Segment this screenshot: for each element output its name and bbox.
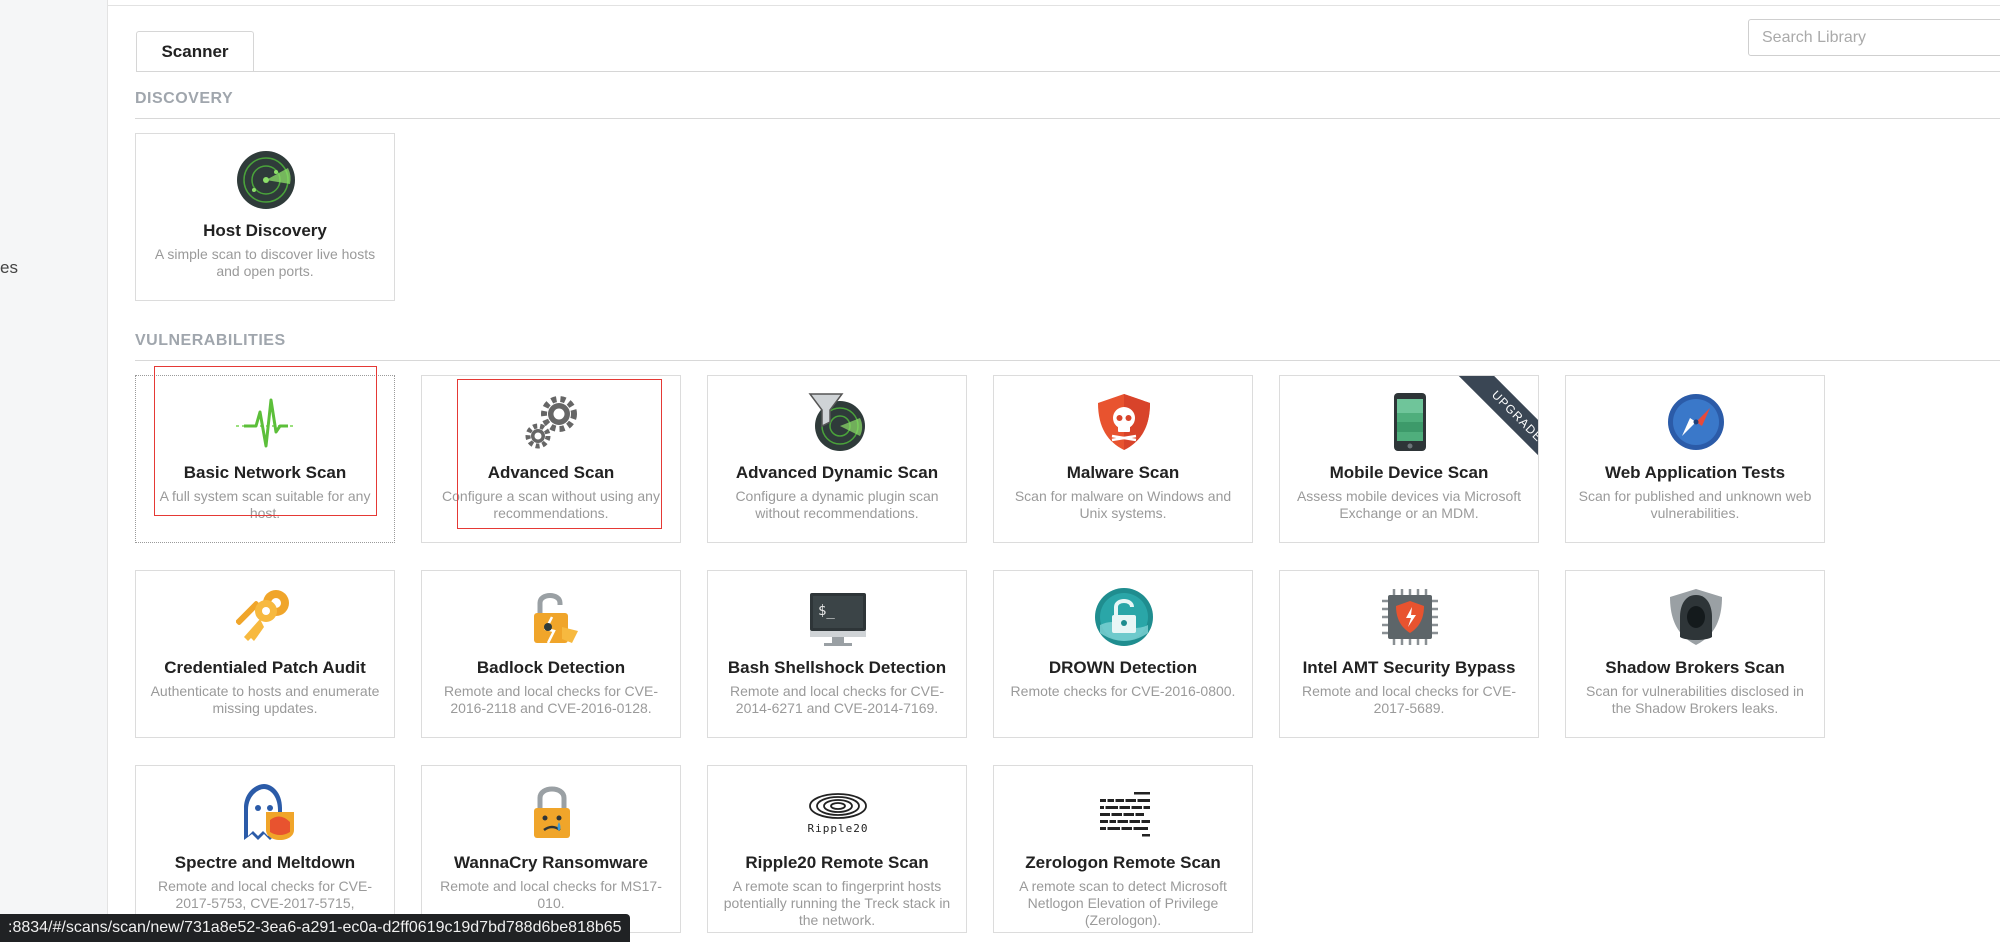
card-bash-shellshock-detection[interactable]: $_ Bash Shellshock Detection Remote and … — [707, 570, 967, 738]
card-description: A simple scan to discover live hosts and… — [154, 246, 376, 279]
section-divider — [135, 360, 2000, 361]
card-web-application-tests[interactable]: Web Application Tests Scan for published… — [1565, 375, 1825, 543]
section-heading-discovery: DISCOVERY — [135, 90, 234, 107]
card-host-discovery[interactable]: Host Discovery A simple scan to discover… — [135, 133, 395, 301]
card-title: Shadow Brokers Scan — [1605, 658, 1785, 677]
broken-padlock-icon — [534, 593, 578, 644]
top-divider — [108, 5, 2000, 6]
card-mobile-device-scan[interactable]: UPGRADE Mobile Device Scan Assess mobile… — [1279, 375, 1539, 543]
section-divider — [135, 118, 2000, 119]
status-bar-url: :8834/#/scans/scan/new/731a8e52-3ea6-a29… — [0, 914, 630, 942]
card-intel-amt-security-bypass[interactable]: Intel AMT Security Bypass Remote and loc… — [1279, 570, 1539, 738]
card-description: Scan for vulnerabilities disclosed in th… — [1586, 683, 1804, 716]
card-description: Configure a dynamic plugin scan without … — [735, 488, 939, 521]
card-title: Web Application Tests — [1604, 463, 1786, 482]
card-title: Host Discovery — [203, 221, 327, 240]
tab-scanner[interactable]: Scanner — [136, 31, 254, 72]
crying-padlock-icon — [534, 786, 570, 838]
card-description: Remote checks for CVE-2016-0800. — [1010, 683, 1236, 699]
card-title: Ripple20 Remote Scan — [745, 853, 929, 872]
keys-icon — [236, 590, 289, 641]
ripple-icon: Ripple20 — [808, 793, 868, 835]
card-title: Credentialed Patch Audit — [164, 658, 366, 677]
highlight-box-basic-network-scan — [154, 366, 377, 516]
card-description: Remote and local checks for CVE-2014-627… — [730, 683, 944, 716]
card-title: Zerologon Remote Scan — [1025, 853, 1221, 872]
card-description: Remote and local checks for CVE-2017-575… — [158, 878, 372, 911]
card-credentialed-patch-audit[interactable]: Credentialed Patch Audit Authenticate to… — [135, 570, 395, 738]
card-wannacry-ransomware[interactable]: WannaCry Ransomware Remote and local che… — [421, 765, 681, 933]
card-description: Remote and local checks for MS17-010. — [440, 878, 662, 911]
ripple20-logo-text: Ripple20 — [808, 822, 868, 835]
card-description: A remote scan to detect Microsoft Netlog… — [1019, 878, 1227, 928]
card-title: Advanced Dynamic Scan — [735, 463, 939, 482]
terminal-monitor-icon: $_ — [810, 593, 866, 646]
card-shadow-brokers-scan[interactable]: Shadow Brokers Scan Scan for vulnerabili… — [1565, 570, 1825, 738]
drowning-lock-icon — [1095, 588, 1153, 646]
card-description: Authenticate to hosts and enumerate miss… — [150, 683, 380, 716]
ghost-icon — [244, 784, 294, 840]
highlight-box-advanced-scan — [457, 379, 662, 529]
radar-icon — [237, 151, 295, 209]
left-sidebar: es — [0, 0, 108, 942]
terminal-prompt: $_ — [818, 603, 835, 619]
hex-dump-icon — [1100, 792, 1150, 837]
compass-icon — [1668, 394, 1724, 450]
section-heading-vulnerabilities: VULNERABILITIES — [135, 332, 286, 349]
card-description: A remote scan to fingerprint hosts poten… — [723, 878, 951, 928]
card-spectre-and-meltdown[interactable]: Spectre and Meltdown Remote and local ch… — [135, 765, 395, 933]
card-advanced-dynamic-scan[interactable]: Advanced Dynamic Scan Configure a dynami… — [707, 375, 967, 543]
hooded-figure-icon — [1670, 589, 1722, 645]
tab-divider — [136, 71, 2000, 72]
card-zerologon-remote-scan[interactable]: Zerologon Remote Scan A remote scan to d… — [993, 765, 1253, 933]
card-ripple20-remote-scan[interactable]: Ripple20 Ripple20 Remote Scan A remote s… — [707, 765, 967, 933]
card-title: Bash Shellshock Detection — [727, 658, 947, 677]
card-description: Scan for published and unknown web vulne… — [1578, 488, 1812, 521]
card-description: Assess mobile devices via Microsoft Exch… — [1296, 488, 1522, 521]
sidebar-item-label[interactable]: es — [0, 258, 18, 278]
card-title: Malware Scan — [1066, 463, 1180, 482]
card-title: Mobile Device Scan — [1329, 463, 1489, 482]
search-library-input[interactable] — [1748, 19, 2000, 56]
card-badlock-detection[interactable]: Badlock Detection Remote and local check… — [421, 570, 681, 738]
skull-shield-icon — [1098, 394, 1150, 450]
card-title: WannaCry Ransomware — [454, 853, 648, 872]
card-drown-detection[interactable]: DROWN Detection Remote checks for CVE-20… — [993, 570, 1253, 738]
card-description: Remote and local checks for CVE-2017-568… — [1302, 683, 1516, 716]
card-title: DROWN Detection — [1048, 658, 1198, 677]
chip-shield-icon — [1382, 589, 1438, 645]
card-description: Remote and local checks for CVE-2016-211… — [444, 683, 658, 716]
card-malware-scan[interactable]: Malware Scan Scan for malware on Windows… — [993, 375, 1253, 543]
card-title: Intel AMT Security Bypass — [1302, 658, 1516, 677]
card-title: Badlock Detection — [476, 658, 626, 677]
card-description: Scan for malware on Windows and Unix sys… — [1014, 488, 1232, 521]
radar-filter-icon — [808, 393, 865, 451]
card-title: Spectre and Meltdown — [174, 853, 356, 872]
